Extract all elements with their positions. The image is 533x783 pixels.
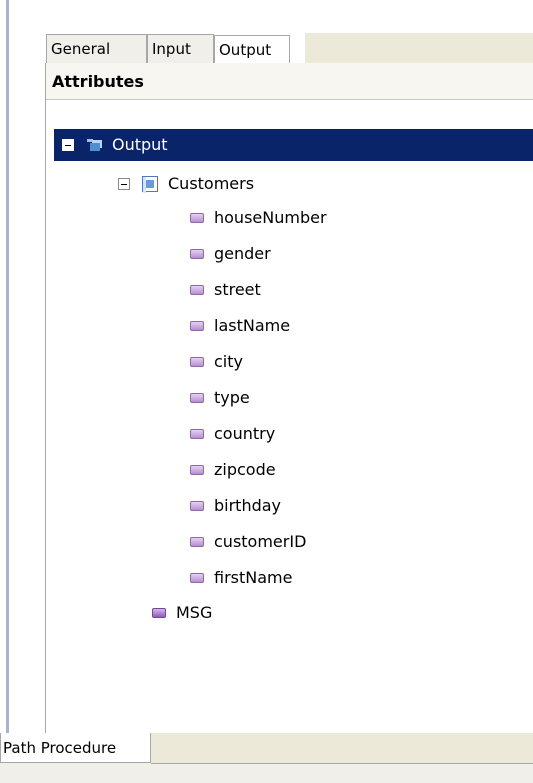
tree-attribute-row[interactable]: zipcode (190, 454, 276, 486)
left-border-strip (0, 0, 9, 733)
tree-attribute-label: firstName (214, 568, 293, 587)
tree-attribute-row[interactable]: type (190, 382, 250, 414)
attribute-icon (190, 321, 204, 331)
tree-attribute-label: customerID (214, 532, 307, 551)
attribute-icon (190, 213, 204, 223)
tree-attribute-label: city (214, 352, 243, 371)
tree-attribute-label: zipcode (214, 460, 276, 479)
attributes-panel: Attributes Output Customers houseNumber … (45, 63, 533, 736)
tree-attribute-row[interactable]: birthday (190, 490, 281, 522)
tree-msg-row[interactable]: MSG (152, 597, 212, 629)
attribute-icon (190, 465, 204, 475)
tree-attribute-label: houseNumber (214, 208, 327, 227)
tree-msg-label: MSG (176, 603, 213, 622)
tab-general[interactable]: General (46, 34, 147, 63)
tree-root-row[interactable]: Output (54, 129, 533, 161)
tab-strip-background (305, 33, 533, 64)
attribute-icon (190, 285, 204, 295)
tree-group-label: Customers (168, 174, 255, 193)
tree-attribute-row[interactable]: customerID (190, 526, 306, 558)
tree-attribute-label: birthday (214, 496, 282, 515)
attribute-icon (190, 429, 204, 439)
tree-attribute-row[interactable]: country (190, 418, 275, 450)
attribute-icon (190, 501, 204, 511)
bottom-tab-strip-fill (151, 733, 533, 764)
tree-attribute-label: country (214, 424, 276, 443)
attribute-icon (190, 393, 204, 403)
tree-attribute-label: gender (214, 244, 271, 263)
tree-group-row[interactable]: Customers (118, 168, 254, 200)
message-icon (152, 608, 166, 618)
customers-icon (142, 176, 158, 193)
tree-attribute-label: lastName (214, 316, 291, 335)
tab-input[interactable]: Input (147, 34, 214, 63)
tree-attribute-label: street (214, 280, 261, 299)
collapse-icon[interactable] (62, 139, 74, 151)
collapse-icon[interactable] (118, 178, 130, 190)
tree-root-label: Output (112, 135, 168, 154)
attribute-icon (190, 249, 204, 259)
tree-attribute-label: type (214, 388, 250, 407)
tree-attribute-row[interactable]: lastName (190, 310, 290, 342)
tree-attribute-row[interactable]: city (190, 346, 243, 378)
tree-attribute-row[interactable]: street (190, 274, 261, 306)
tree-attribute-row[interactable]: firstName (190, 562, 292, 594)
panel-header: Attributes (46, 63, 533, 100)
tab-output[interactable]: Output (214, 35, 290, 64)
attribute-icon (190, 573, 204, 583)
tree-attribute-row[interactable]: houseNumber (190, 202, 327, 234)
tab-path-procedure[interactable]: Path Procedure (0, 733, 151, 763)
attribute-icon (190, 537, 204, 547)
tree-attribute-row[interactable]: gender (190, 238, 271, 270)
output-icon (86, 137, 102, 153)
attribute-icon (190, 357, 204, 367)
bottom-tab-strip: Path Procedure (0, 733, 533, 783)
top-tabs: General Input Output (46, 33, 290, 64)
